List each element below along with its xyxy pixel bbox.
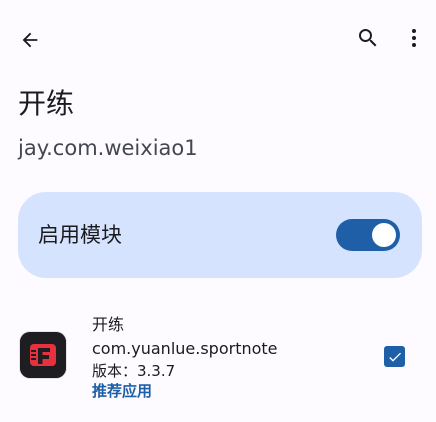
more-options-button[interactable]	[398, 22, 430, 54]
module-package-name: jay.com.weixiao1	[18, 136, 198, 160]
app-package-name: com.yuanlue.sportnote	[92, 339, 278, 358]
search-button[interactable]	[352, 22, 384, 54]
app-name: 开练	[92, 315, 125, 334]
switch-thumb	[372, 223, 396, 247]
enable-module-label: 启用模块	[38, 223, 122, 247]
app-version: 版本：3.3.7	[92, 362, 176, 380]
scope-app-row[interactable]: 开练 com.yuanlue.sportnote 版本：3.3.7 推荐应用	[0, 310, 436, 410]
sportnote-app-icon	[20, 332, 66, 378]
check-icon	[388, 352, 401, 362]
more-vert-icon	[412, 29, 416, 47]
search-icon	[359, 29, 377, 47]
recommended-badge: 推荐应用	[92, 382, 153, 400]
back-button[interactable]	[14, 24, 46, 56]
scope-app-checkbox[interactable]	[384, 346, 405, 367]
arrow-back-icon	[22, 32, 38, 48]
app-bar	[0, 0, 436, 78]
module-detail-page: 开练 jay.com.weixiao1 启用模块 开练 com.yuanlue.…	[0, 0, 436, 422]
enable-module-switch[interactable]	[336, 219, 400, 251]
enable-module-card[interactable]: 启用模块	[18, 192, 422, 278]
page-title: 开练	[18, 87, 75, 120]
